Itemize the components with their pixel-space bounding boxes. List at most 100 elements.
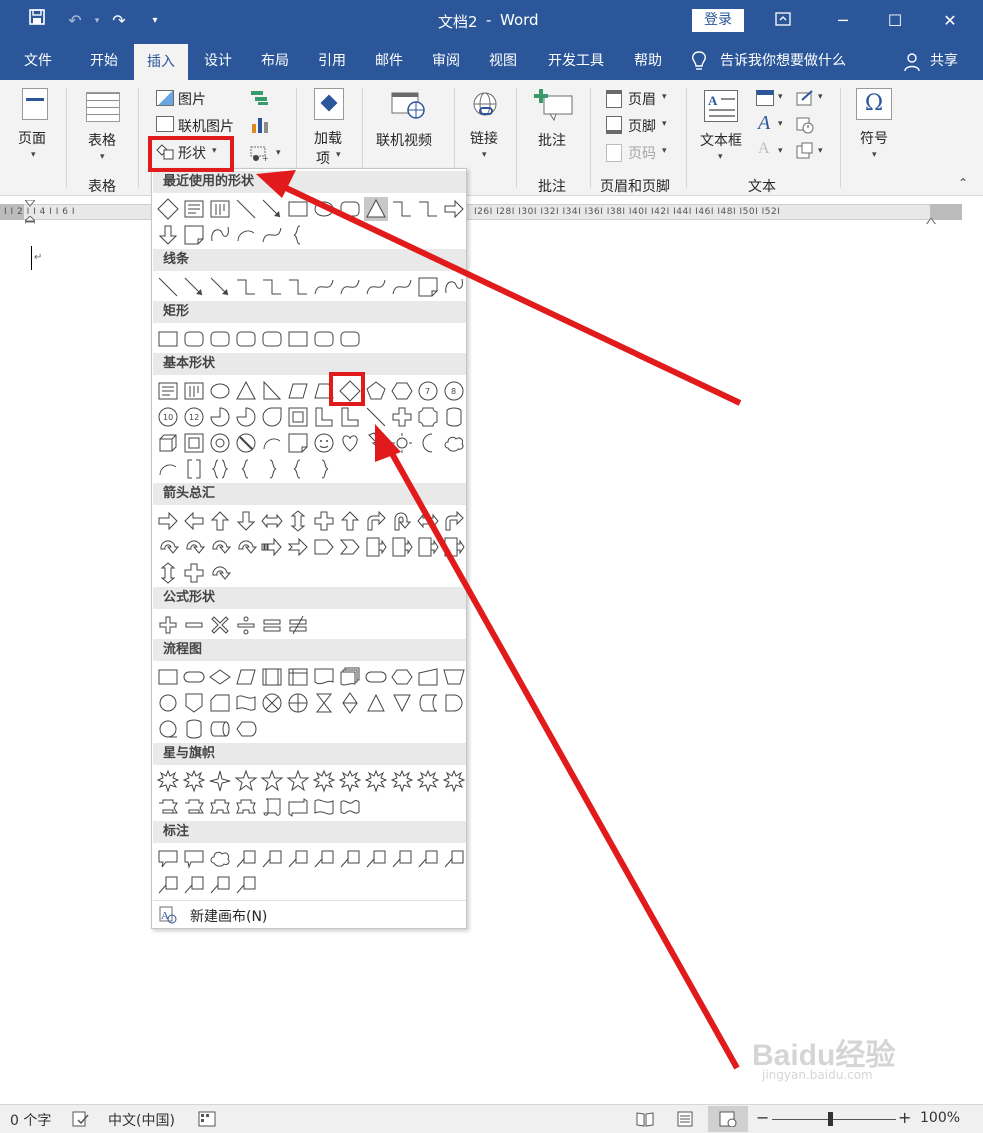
stripedarrow-shape-icon[interactable]	[260, 535, 284, 559]
language-indicator[interactable]: 中文(中国)	[108, 1110, 175, 1130]
hscroll-shape-icon[interactable]	[286, 795, 310, 819]
zoom-slider-thumb[interactable]	[828, 1112, 833, 1126]
udarrow-shape-icon[interactable]	[156, 561, 180, 585]
frame-shape-icon[interactable]	[286, 405, 310, 429]
pie-shape-icon[interactable]	[208, 405, 232, 429]
rrect-shape-icon[interactable]	[312, 327, 336, 351]
frame-shape-icon[interactable]	[182, 431, 206, 455]
customize-icon[interactable]: ▾	[142, 8, 168, 34]
arrowline-shape-icon[interactable]	[182, 275, 206, 299]
arc-shape-icon[interactable]	[260, 431, 284, 455]
lcallout-shape-icon[interactable]	[156, 873, 180, 897]
zoom-in-button[interactable]: +	[898, 1108, 911, 1127]
lcallout-shape-icon[interactable]	[208, 873, 232, 897]
addins-button[interactable]: 加载	[314, 128, 342, 148]
screenshot-dropdown-icon[interactable]: ▾	[276, 148, 281, 158]
textbox-icon[interactable]: A	[704, 90, 738, 122]
lcallout-shape-icon[interactable]	[312, 847, 336, 871]
circarrow-shape-icon[interactable]	[234, 535, 258, 559]
free-shape-icon[interactable]	[208, 223, 232, 247]
minimize-icon[interactable]: ─	[828, 6, 858, 36]
object-icon[interactable]	[796, 142, 814, 160]
callouta-shape-icon[interactable]	[364, 535, 388, 559]
wordart-icon[interactable]: A	[758, 112, 770, 135]
zoom-level[interactable]: 100%	[920, 1110, 960, 1126]
rarrow-shape-icon[interactable]	[442, 197, 466, 221]
wordart-dropdown-icon[interactable]: ▾	[778, 119, 783, 129]
right-indent-icon[interactable]	[925, 214, 937, 226]
maximize-icon[interactable]: ☐	[880, 6, 910, 36]
ribbon-display-icon[interactable]	[768, 6, 798, 36]
callouta-shape-icon[interactable]	[416, 535, 440, 559]
equal-shape-icon[interactable]	[260, 613, 284, 637]
cross-shape-icon[interactable]	[390, 405, 414, 429]
rect-shape-icon[interactable]	[156, 327, 180, 351]
elbow-shape-icon[interactable]	[390, 197, 414, 221]
arrowline-shape-icon[interactable]	[208, 275, 232, 299]
curve-shape-icon[interactable]	[390, 275, 414, 299]
lcallout-shape-icon[interactable]	[390, 847, 414, 871]
fcint-shape-icon[interactable]	[286, 665, 310, 689]
fold-shape-icon[interactable]	[286, 431, 310, 455]
star5-shape-icon[interactable]	[260, 769, 284, 793]
moon-shape-icon[interactable]	[416, 431, 440, 455]
heptagon-shape-icon[interactable]: 7	[416, 379, 440, 403]
textbox-dropdown-icon[interactable]: ▾	[718, 152, 723, 162]
fcsum-shape-icon[interactable]	[260, 691, 284, 715]
burst-shape-icon[interactable]	[442, 769, 466, 793]
burst-shape-icon[interactable]	[416, 769, 440, 793]
dodecagon-shape-icon[interactable]: 12	[182, 405, 206, 429]
fcmulti-shape-icon[interactable]	[338, 665, 362, 689]
links-dropdown-icon[interactable]: ▾	[482, 150, 487, 160]
smartart-icon[interactable]	[250, 90, 270, 106]
fcextract-shape-icon[interactable]	[364, 691, 388, 715]
cube-shape-icon[interactable]	[156, 431, 180, 455]
signature-dropdown-icon[interactable]: ▾	[818, 92, 823, 102]
login-button[interactable]: 登录	[692, 9, 744, 32]
darrow-shape-icon[interactable]	[234, 509, 258, 533]
curve-shape-icon[interactable]	[260, 223, 284, 247]
pentagonarrow-shape-icon[interactable]	[312, 535, 336, 559]
callouta-shape-icon[interactable]	[390, 535, 414, 559]
lcallout-shape-icon[interactable]	[338, 847, 362, 871]
cross-shape-icon[interactable]	[312, 509, 336, 533]
fccollate-shape-icon[interactable]	[312, 691, 336, 715]
bentarrow-shape-icon[interactable]	[364, 509, 388, 533]
plus-shape-icon[interactable]	[156, 613, 180, 637]
rrect-shape-icon[interactable]	[234, 327, 258, 351]
fcmanual-shape-icon[interactable]	[416, 665, 440, 689]
rect-shape-icon[interactable]	[156, 665, 180, 689]
symbol-button[interactable]: 符号	[860, 128, 888, 148]
lrarrow-shape-icon[interactable]	[416, 509, 440, 533]
star5-shape-icon[interactable]	[286, 769, 310, 793]
screenshot-icon[interactable]: +	[250, 146, 274, 163]
rrect-shape-icon[interactable]	[208, 327, 232, 351]
online-video-button[interactable]: 联机视频	[376, 130, 432, 150]
link-icon[interactable]	[470, 90, 500, 120]
burst-shape-icon[interactable]	[182, 769, 206, 793]
uarrow-shape-icon[interactable]	[208, 509, 232, 533]
fcterm-shape-icon[interactable]	[182, 665, 206, 689]
fcpredef-shape-icon[interactable]	[260, 665, 284, 689]
burst-shape-icon[interactable]	[312, 769, 336, 793]
bentarrow-shape-icon[interactable]	[442, 509, 466, 533]
zoom-out-button[interactable]: −	[756, 1108, 769, 1127]
textbox-shape-icon[interactable]	[182, 197, 206, 221]
tab-developer[interactable]: 开发工具	[538, 42, 614, 80]
fcprep-shape-icon[interactable]	[390, 665, 414, 689]
rbrace-shape-icon[interactable]	[260, 457, 284, 481]
fcdata-shape-icon[interactable]	[234, 665, 258, 689]
uturn-shape-icon[interactable]	[390, 509, 414, 533]
online-video-icon[interactable]	[390, 90, 426, 120]
tab-design[interactable]: 设计	[190, 42, 246, 80]
rbrace-shape-icon[interactable]	[312, 457, 336, 481]
rarrow-shape-icon[interactable]	[156, 509, 180, 533]
lcallout-shape-icon[interactable]	[416, 847, 440, 871]
header-icon[interactable]	[606, 90, 622, 108]
lbrace-shape-icon[interactable]	[234, 457, 258, 481]
fcmanualop-shape-icon[interactable]	[442, 665, 466, 689]
elbow-shape-icon[interactable]	[286, 275, 310, 299]
collapse-ribbon-icon[interactable]: ⌃	[958, 176, 968, 190]
fcseq-shape-icon[interactable]	[156, 717, 180, 741]
callout2-shape-icon[interactable]	[182, 847, 206, 871]
